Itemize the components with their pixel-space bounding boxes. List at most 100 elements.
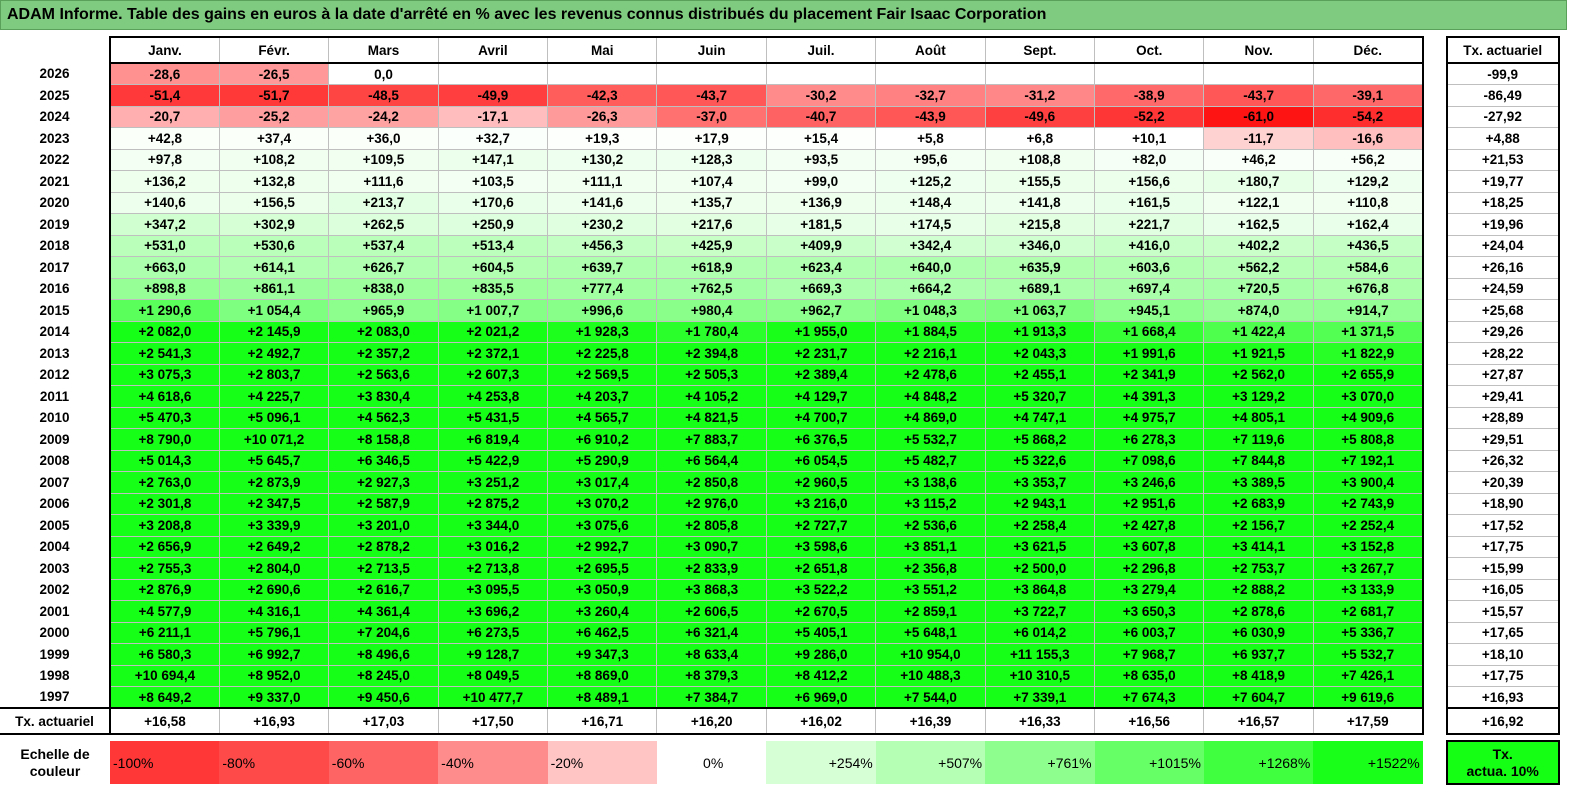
value-cell: -26,3 — [547, 105, 658, 128]
value-cell: +640,0 — [875, 256, 986, 279]
value-cell: +2 876,9 — [108, 578, 220, 601]
value-cell: +603,6 — [1094, 256, 1205, 279]
value-cell: +5 645,7 — [218, 449, 330, 472]
value-cell: +132,8 — [218, 170, 330, 193]
value-cell: +342,4 — [875, 234, 986, 257]
value-cell: +4 577,9 — [108, 600, 220, 623]
value-cell: +3 201,0 — [328, 514, 439, 537]
value-cell: +2 713,5 — [328, 557, 439, 580]
month-header: Août — [875, 36, 986, 64]
value-cell: -26,5 — [218, 62, 330, 85]
value-cell: -32,7 — [875, 84, 986, 107]
value-cell: +2 231,7 — [765, 342, 877, 365]
value-cell: +110,8 — [1312, 191, 1424, 214]
value-cell: +130,2 — [547, 148, 658, 171]
value-cell: +2 478,6 — [875, 363, 986, 386]
value-cell: +416,0 — [1094, 234, 1205, 257]
value-cell: +4 747,1 — [984, 406, 1096, 429]
month-header: Nov. — [1203, 36, 1314, 64]
value-cell: +2 805,8 — [656, 514, 767, 537]
year-label: 2025 — [39, 87, 70, 103]
value-cell: +3 138,6 — [875, 471, 986, 494]
value-cell: +2 976,0 — [656, 492, 767, 515]
value-cell: +2 021,2 — [437, 320, 549, 343]
rate-cell: +29,41 — [1445, 385, 1560, 408]
value-cell: +626,7 — [328, 256, 439, 279]
value-cell: -61,0 — [1203, 105, 1314, 128]
value-cell: +3 722,7 — [984, 600, 1096, 623]
value-cell: +250,9 — [437, 213, 549, 236]
year-label: 2019 — [39, 216, 70, 232]
value-cell: +3 050,9 — [547, 578, 658, 601]
year-label: 2011 — [39, 388, 70, 404]
value-cell: -48,5 — [328, 84, 439, 107]
month-header: Juin — [656, 36, 767, 64]
value-cell: +3 017,4 — [547, 471, 658, 494]
value-cell: +7 384,7 — [656, 686, 767, 709]
rate-cell: +18,25 — [1445, 191, 1560, 214]
rate-cell: +26,16 — [1445, 256, 1560, 279]
gap-cell — [1423, 63, 1447, 85]
value-cell: +898,8 — [108, 277, 220, 300]
year-label: 2016 — [39, 281, 70, 297]
value-cell: +7 544,0 — [875, 686, 986, 709]
year-label: 2001 — [39, 603, 70, 619]
table-row: 2026 -28,6 -26,5 0,0 -99,9 — [0, 62, 1560, 85]
value-cell: +4 203,7 — [547, 385, 658, 408]
gap-cell — [1423, 622, 1447, 644]
value-cell: +2 455,1 — [984, 363, 1096, 386]
value-cell: +107,4 — [656, 170, 767, 193]
value-cell: +3 389,5 — [1203, 471, 1314, 494]
month-header: Mai — [547, 36, 658, 64]
value-cell: +5 868,2 — [984, 428, 1096, 451]
value-cell: +7 968,7 — [1094, 643, 1205, 666]
value-cell: +82,0 — [1094, 148, 1205, 171]
value-cell: +7 604,7 — [1203, 686, 1314, 709]
gap-cell — [1423, 37, 1447, 63]
color-scale-legend: Echelle de couleur -100% -80% -60% -40% -20% 0%… — [0, 740, 1560, 785]
value-cell: +3 152,8 — [1312, 535, 1424, 558]
value-cell: +217,6 — [656, 213, 767, 236]
value-cell: +5 532,7 — [875, 428, 986, 451]
value-cell: +436,5 — [1312, 234, 1424, 257]
value-cell: +2 258,4 — [984, 514, 1096, 537]
value-cell: +5 290,9 — [547, 449, 658, 472]
value-cell: +10 488,3 — [875, 664, 986, 687]
legend-swatch: +254% — [766, 741, 876, 784]
rate-cell: +16,93 — [1445, 686, 1560, 709]
value-cell: +8 418,9 — [1203, 664, 1314, 687]
year-label: 2003 — [39, 560, 70, 576]
value-cell: +2 587,9 — [328, 492, 439, 515]
value-cell: +1 054,4 — [218, 299, 330, 322]
value-cell — [437, 62, 549, 85]
value-cell: +1 991,6 — [1094, 342, 1205, 365]
value-cell: +2 356,8 — [875, 557, 986, 580]
value-cell: +7 339,1 — [984, 686, 1096, 709]
value-cell: +6 014,2 — [984, 621, 1096, 644]
value-cell: +513,4 — [437, 234, 549, 257]
footer-rate-cell: +16,93 — [218, 707, 330, 735]
value-cell: +181,5 — [765, 213, 877, 236]
value-cell: +4 361,4 — [328, 600, 439, 623]
value-cell: -42,3 — [547, 84, 658, 107]
value-cell: +108,2 — [218, 148, 330, 171]
value-cell: +125,2 — [875, 170, 986, 193]
value-cell: +3 621,5 — [984, 535, 1096, 558]
value-cell: +2 341,9 — [1094, 363, 1205, 386]
value-cell: +3 851,1 — [875, 535, 986, 558]
rate-cell: -99,9 — [1445, 62, 1560, 85]
rate-cell: +29,51 — [1445, 428, 1560, 451]
value-cell: -25,2 — [218, 105, 330, 128]
value-cell — [875, 62, 986, 85]
value-cell: +10,1 — [1094, 127, 1205, 150]
value-cell: +3 598,6 — [765, 535, 877, 558]
value-cell: +162,4 — [1312, 213, 1424, 236]
footer-rate-cell: +17,03 — [328, 707, 439, 735]
value-cell: +4 105,2 — [656, 385, 767, 408]
year-label: 2024 — [39, 109, 70, 125]
value-cell: +3 864,8 — [984, 578, 1096, 601]
value-cell: +4 869,0 — [875, 406, 986, 429]
table-row: 2018 +531,0 +530,6 +537,4 +513,4 +456,3 +425,9… — [0, 234, 1560, 257]
rate-cell: +28,89 — [1445, 406, 1560, 429]
value-cell: +7 426,1 — [1312, 664, 1424, 687]
